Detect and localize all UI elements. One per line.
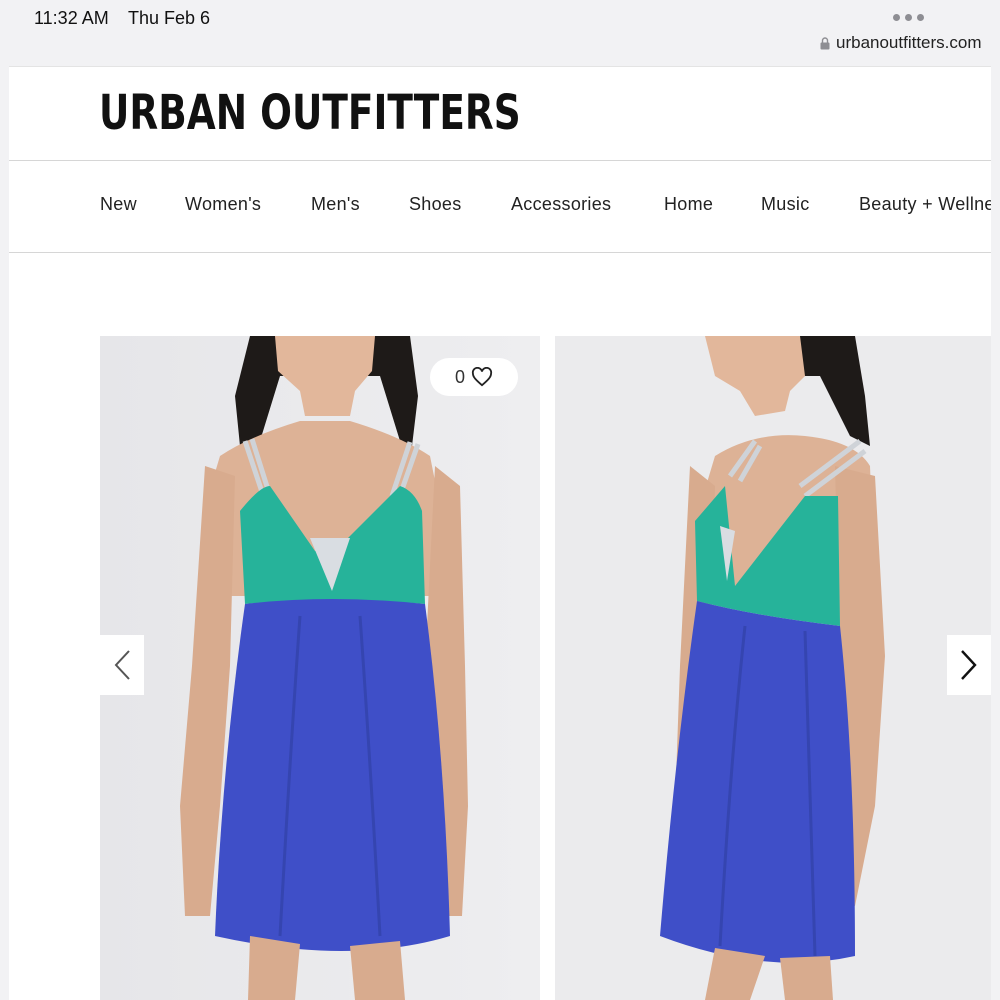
web-page: URBAN OUTFITTERS New Women's Men's Shoes…	[9, 66, 991, 1000]
lock-icon	[820, 36, 830, 49]
url-text: urbanoutfitters.com	[836, 33, 982, 52]
product-photo-front	[100, 336, 540, 1000]
nav-item-shoes[interactable]: Shoes	[409, 194, 462, 215]
site-header: URBAN OUTFITTERS	[9, 66, 991, 161]
nav-item-beauty-wellness[interactable]: Beauty + Wellness	[859, 194, 991, 215]
wishlist-button[interactable]: 0	[430, 358, 518, 396]
nav-item-home[interactable]: Home	[664, 194, 713, 215]
nav-item-accessories[interactable]: Accessories	[511, 194, 611, 215]
more-dots-icon[interactable]	[893, 14, 924, 21]
status-date: Thu Feb 6	[128, 8, 211, 28]
chevron-left-icon	[114, 650, 130, 680]
product-photo-side	[555, 336, 991, 1000]
previous-image-button[interactable]	[100, 635, 144, 695]
status-time: 11:32 AM	[34, 8, 109, 28]
nav-item-music[interactable]: Music	[761, 194, 810, 215]
product-image-gallery: 0	[100, 336, 991, 1000]
main-nav: New Women's Men's Shoes Accessories Home…	[9, 160, 991, 253]
address-bar[interactable]: urbanoutfitters.com	[820, 33, 982, 53]
nav-item-womens[interactable]: Women's	[185, 194, 261, 215]
next-image-button[interactable]	[947, 635, 991, 695]
chevron-right-icon	[961, 650, 977, 680]
site-logo[interactable]: URBAN OUTFITTERS	[99, 85, 521, 141]
nav-item-mens[interactable]: Men's	[311, 194, 360, 215]
status-bar: 11:32 AM Thu Feb 6 urbanoutfitters.com	[0, 0, 1000, 66]
wishlist-count: 0	[454, 366, 465, 387]
nav-item-new[interactable]: New	[100, 194, 137, 215]
product-image-side[interactable]	[555, 336, 991, 1000]
product-image-front[interactable]: 0	[100, 336, 540, 1000]
heart-icon	[471, 367, 493, 387]
